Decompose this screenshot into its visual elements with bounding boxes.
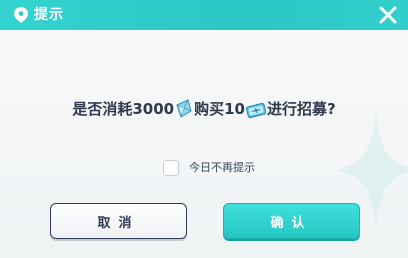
cancel-button-label: 取消 xyxy=(97,215,140,231)
dialog-title: 提示 xyxy=(34,7,64,23)
confirm-question: 是否消耗3000 购买10 进行招募? xyxy=(0,98,408,125)
crystal-gem-icon xyxy=(175,99,193,125)
dont-show-today-checkbox[interactable] xyxy=(163,160,179,176)
dialog-title-bar: 提示 xyxy=(0,0,408,30)
dont-show-today-option[interactable]: 今日不再提示 xyxy=(163,159,255,177)
location-pin-icon xyxy=(14,7,28,23)
question-text-part1: 是否消耗3000 xyxy=(72,100,175,118)
recruit-ticket-icon xyxy=(245,101,267,125)
cancel-button[interactable]: 取消 xyxy=(50,203,187,239)
confirm-button[interactable]: 确认 xyxy=(223,203,360,239)
question-text-part3: 进行招募? xyxy=(266,100,336,118)
question-text-part2: 购买10 xyxy=(194,100,245,118)
close-icon[interactable] xyxy=(378,5,398,25)
confirm-dialog: 提示 是否消耗3000 购买10 进行招募? 今日不再提示 取消 确认 xyxy=(0,0,408,258)
dont-show-today-label: 今日不再提示 xyxy=(189,161,255,174)
confirm-button-label: 确认 xyxy=(270,215,313,231)
